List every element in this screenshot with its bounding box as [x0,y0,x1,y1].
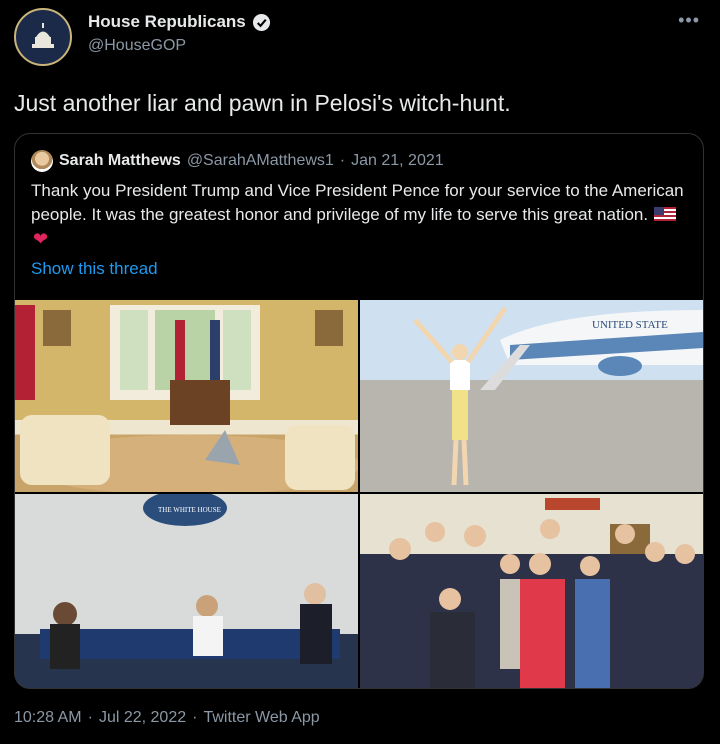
aircraft-label: UNITED STATE [592,319,668,331]
verified-badge-icon [252,13,270,31]
media-grid: UNITED STATE THE WHITE HOUSE [15,300,703,688]
footer-separator: · [192,709,198,726]
seal-label: THE WHITE HOUSE [158,506,221,514]
us-flag-emoji [654,207,677,221]
tweet-footer: 10:28 AM · Jul 22, 2022 · Twitter Web Ap… [14,709,320,727]
more-options-icon[interactable]: ••• [678,10,700,31]
author-name-row: House Republicans [88,12,271,32]
quoted-author-handle: @SarahAMatthews1 [186,152,334,169]
quoted-tweet-text-block: Thank you President Trump and Vice Presi… [31,179,691,252]
photo-briefing-room[interactable]: THE WHITE HOUSE [15,494,358,688]
photo-air-force-one[interactable]: UNITED STATE [360,300,703,492]
quoted-tweet-text: Thank you President Trump and Vice Presi… [31,181,684,224]
tweet-time[interactable]: 10:28 AM [14,709,82,727]
quoted-tweet-card[interactable]: Sarah Matthews @SarahAMatthews1 · Jan 21… [14,133,704,689]
author-display-name[interactable]: House Republicans [88,12,246,32]
header-separator: · [339,152,346,169]
photo-oval-office[interactable] [15,300,358,492]
author-avatar[interactable] [14,8,72,66]
tweet-date[interactable]: Jul 22, 2022 [99,709,186,727]
footer-separator: · [87,709,93,726]
show-thread-link[interactable]: Show this thread [31,259,158,279]
quoted-author-avatar [31,150,53,172]
photo-group[interactable] [360,494,703,688]
capitol-seal-icon [32,23,54,48]
quoted-tweet-date: Jan 21, 2021 [351,152,444,169]
tweet-source[interactable]: Twitter Web App [203,709,319,727]
quoted-author-name: Sarah Matthews [59,152,181,169]
tweet-text: Just another liar and pawn in Pelosi's w… [14,90,511,116]
quoted-tweet-header: Sarah Matthews @SarahAMatthews1 · Jan 21… [31,150,444,172]
red-heart-emoji: ❤ [33,229,49,249]
author-handle[interactable]: @HouseGOP [88,37,186,55]
